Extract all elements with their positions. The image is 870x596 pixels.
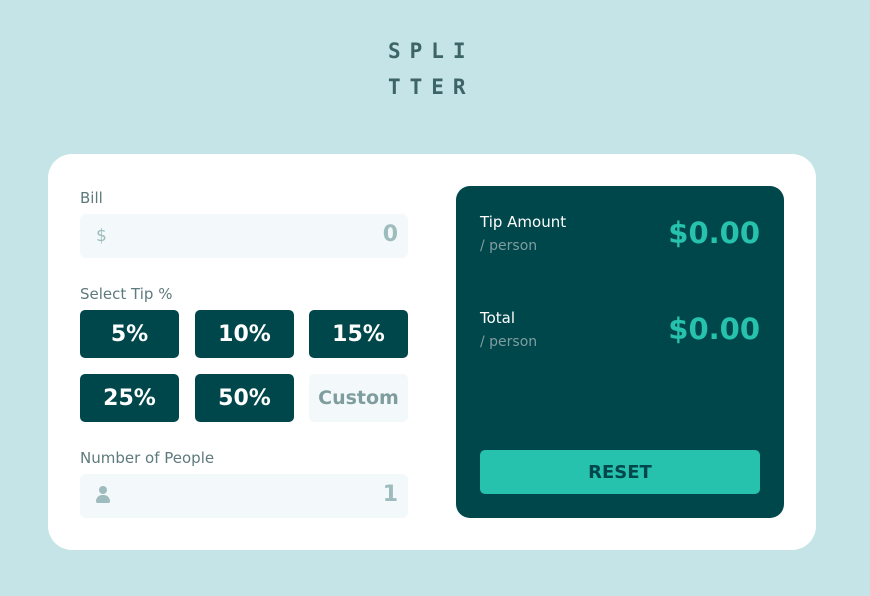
tip-button-50[interactable]: 50% bbox=[195, 374, 294, 422]
people-input[interactable]: 1 bbox=[80, 474, 408, 518]
total-label: Total bbox=[480, 309, 516, 327]
person-icon bbox=[96, 486, 110, 504]
tip-button-15[interactable]: 15% bbox=[309, 310, 408, 358]
tip-button-5[interactable]: 5% bbox=[80, 310, 179, 358]
people-value: 1 bbox=[382, 482, 398, 507]
tip-amount-label: Tip Amount bbox=[480, 213, 567, 231]
logo-line-1: SPLI bbox=[388, 39, 475, 63]
tip-amount-per-person: / person bbox=[480, 238, 538, 254]
tip-button-10[interactable]: 10% bbox=[195, 310, 294, 358]
bill-value: 0 bbox=[382, 222, 398, 247]
select-tip-label: Select Tip % bbox=[80, 285, 173, 303]
bill-input[interactable]: $ 0 bbox=[80, 214, 408, 258]
bill-label: Bill bbox=[80, 189, 103, 207]
dollar-icon: $ bbox=[96, 226, 107, 246]
tip-custom-input[interactable]: Custom bbox=[309, 374, 408, 422]
logo-line-2: TTER bbox=[388, 75, 475, 99]
result-panel: Tip Amount / person $0.00 Total / person… bbox=[456, 186, 784, 518]
total-per-person: / person bbox=[480, 334, 538, 350]
reset-button[interactable]: RESET bbox=[480, 450, 760, 494]
people-label: Number of People bbox=[80, 449, 215, 467]
tip-button-25[interactable]: 25% bbox=[80, 374, 179, 422]
total-value: $0.00 bbox=[668, 312, 760, 346]
app-logo: SPLI TTER bbox=[388, 33, 488, 105]
calculator-card: Bill $ 0 Select Tip % 5% 10% 15% 25% 50%… bbox=[48, 154, 816, 550]
tip-amount-value: $0.00 bbox=[668, 216, 760, 250]
